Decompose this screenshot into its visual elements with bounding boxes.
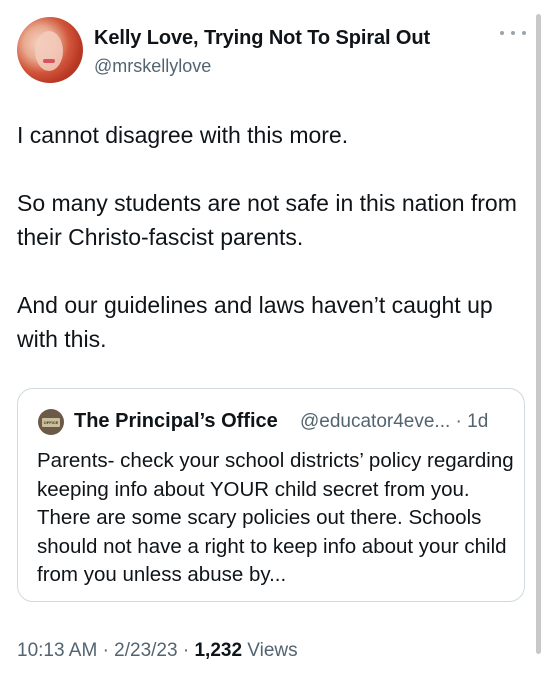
- more-icon-dot: [500, 31, 504, 35]
- author-handle[interactable]: @mrskellylove: [94, 56, 211, 77]
- tweet-paragraph: And our guidelines and laws haven’t caug…: [17, 292, 493, 352]
- more-icon-dot: [522, 31, 526, 35]
- scrollbar[interactable]: [536, 14, 541, 654]
- tweet: Kelly Love, Trying Not To Spiral Out @mr…: [0, 0, 546, 680]
- separator: ·: [182, 640, 190, 661]
- views-label: Views: [247, 640, 298, 661]
- quoted-avatar: OFFICE: [38, 409, 64, 435]
- more-icon[interactable]: [500, 26, 526, 40]
- tweet-meta: 10:13 AM · 2/23/23 · 1,232 Views: [17, 640, 298, 662]
- avatar-face: [35, 31, 63, 71]
- more-icon-dot: [511, 31, 515, 35]
- avatar-lips: [43, 59, 55, 63]
- tweet-paragraph: I cannot disagree with this more.: [17, 122, 349, 148]
- quoted-avatar-plate: OFFICE: [42, 417, 60, 427]
- separator: ·: [455, 411, 462, 432]
- quoted-tweet[interactable]: OFFICE The Principal’s Office @educator4…: [17, 388, 525, 602]
- tweet-date[interactable]: 2/23/23: [114, 640, 177, 661]
- views-count: 1,232: [194, 640, 243, 661]
- quoted-tweet-text: Parents- check your school districts’ po…: [37, 449, 514, 586]
- tweet-time[interactable]: 10:13 AM: [17, 640, 97, 661]
- quoted-author-meta: @educator4eve... · 1d: [300, 411, 488, 433]
- author-name[interactable]: Kelly Love, Trying Not To Spiral Out: [94, 27, 430, 50]
- quoted-author-name: The Principal’s Office: [74, 410, 278, 432]
- separator: ·: [102, 640, 109, 661]
- avatar[interactable]: [17, 17, 83, 83]
- tweet-paragraph: So many students are not safe in this na…: [17, 190, 517, 250]
- quoted-author-handle: @educator4eve...: [300, 411, 451, 432]
- quoted-tweet-age: 1d: [467, 411, 489, 432]
